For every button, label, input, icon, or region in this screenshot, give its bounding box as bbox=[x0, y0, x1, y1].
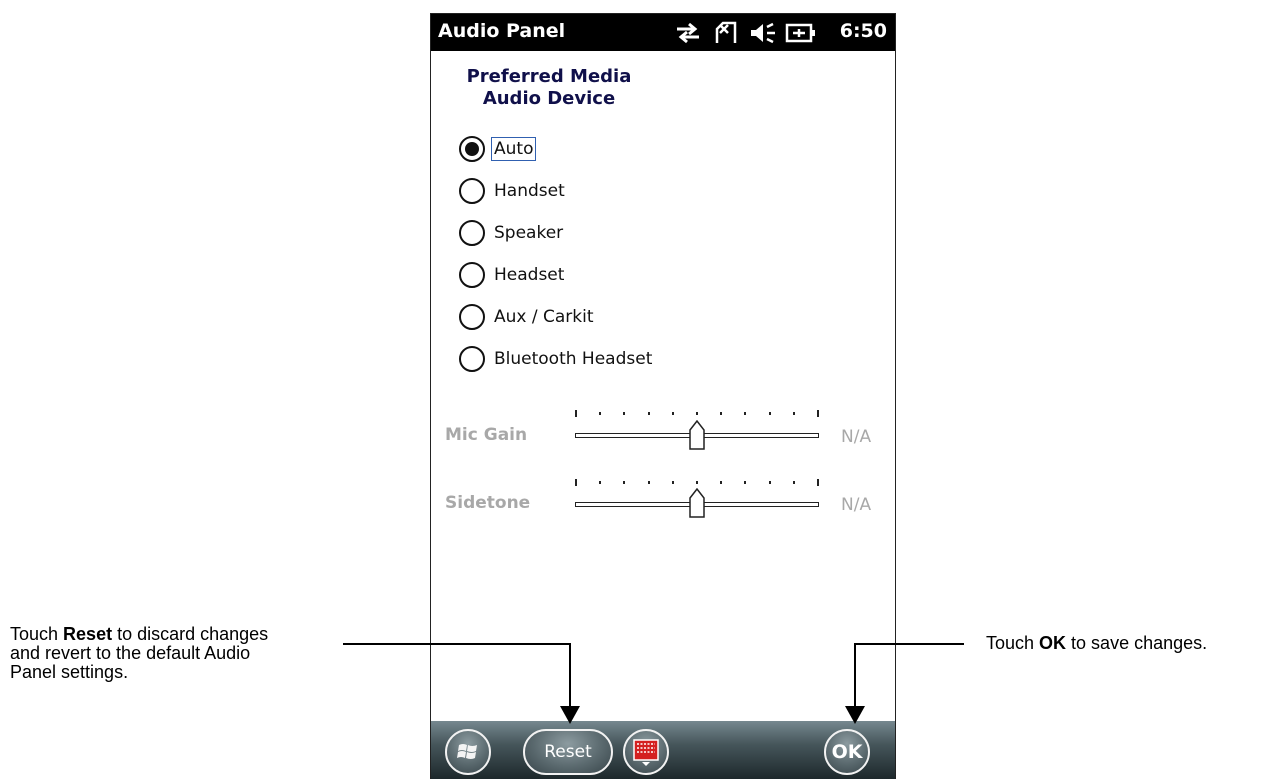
speaker-volume-icon[interactable] bbox=[749, 21, 781, 45]
reset-callout-line-2: and revert to the default Audio bbox=[10, 643, 251, 663]
radio-option-aux-carkit[interactable]: Aux / Carkit bbox=[459, 302, 596, 332]
battery-charging-icon[interactable] bbox=[785, 21, 817, 45]
radio-label: Bluetooth Headset bbox=[494, 349, 653, 369]
radio-button[interactable] bbox=[459, 346, 485, 372]
sidetone-thumb[interactable] bbox=[689, 488, 705, 518]
title-bar: Audio Panel 6:50 bbox=[431, 14, 895, 51]
radio-option-handset[interactable]: Handset bbox=[459, 176, 567, 206]
heading-line-2: Audio Device bbox=[482, 88, 616, 109]
radio-label: Headset bbox=[494, 265, 565, 285]
slider-tick bbox=[599, 412, 601, 415]
reset-callout-line-3: Panel settings. bbox=[10, 662, 129, 682]
reset-callout-line-1: Touch Reset to discard changes bbox=[10, 624, 269, 644]
slider-tick bbox=[623, 481, 625, 484]
sidetone-label: Sidetone bbox=[445, 493, 531, 513]
device-screen: Audio Panel 6:50 Preferred Media Audio D… bbox=[430, 13, 896, 779]
mic-gain-ticks bbox=[575, 410, 819, 420]
radio-option-speaker[interactable]: Speaker bbox=[459, 218, 565, 248]
section-heading: Preferred Media Audio Device bbox=[431, 66, 667, 110]
slider-tick bbox=[720, 481, 722, 484]
slider-tick bbox=[648, 412, 650, 415]
slider-tick bbox=[793, 481, 795, 484]
radio-option-bluetooth-headset[interactable]: Bluetooth Headset bbox=[459, 344, 654, 374]
slider-tick bbox=[575, 410, 577, 417]
ok-arrow-icon bbox=[845, 706, 865, 724]
ok-label: OK bbox=[831, 741, 863, 763]
reset-button[interactable]: Reset bbox=[523, 729, 613, 775]
reset-leader-line-vertical bbox=[569, 643, 571, 709]
slider-tick bbox=[648, 481, 650, 484]
sync-arrows-icon[interactable] bbox=[673, 21, 703, 45]
radio-button[interactable] bbox=[459, 220, 485, 246]
radio-option-auto[interactable]: Auto bbox=[459, 134, 537, 164]
mic-gain-thumb[interactable] bbox=[689, 420, 705, 450]
slider-tick bbox=[696, 481, 698, 484]
mic-gain-label: Mic Gain bbox=[445, 425, 528, 445]
ok-callout-bold: OK bbox=[1039, 633, 1067, 653]
reset-leader-line bbox=[343, 643, 571, 645]
slider-tick bbox=[672, 412, 674, 415]
slider-tick bbox=[817, 410, 819, 417]
ok-leader-line bbox=[854, 643, 964, 645]
menu-bar: Reset OK bbox=[431, 721, 895, 779]
radio-label: Aux / Carkit bbox=[494, 307, 594, 327]
slider-tick bbox=[720, 412, 722, 415]
sidetone-value: N/A bbox=[841, 495, 872, 515]
slider-tick bbox=[769, 481, 771, 484]
ok-leader-line-vertical bbox=[854, 643, 856, 709]
radio-button-checked[interactable] bbox=[459, 136, 485, 162]
radio-button[interactable] bbox=[459, 178, 485, 204]
app-title: Audio Panel bbox=[438, 20, 566, 42]
reset-callout: Touch Reset to discard changes and rever… bbox=[10, 625, 340, 682]
windows-start-icon bbox=[457, 744, 477, 759]
slider-tick bbox=[769, 412, 771, 415]
slider-tick bbox=[817, 479, 819, 486]
reset-arrow-icon bbox=[560, 706, 580, 724]
radio-option-headset[interactable]: Headset bbox=[459, 260, 566, 290]
ok-callout: Touch OK to save changes. bbox=[986, 633, 1208, 653]
slider-tick bbox=[696, 412, 698, 415]
slider-tick bbox=[744, 481, 746, 484]
slider-tick bbox=[744, 412, 746, 415]
keyboard-icon bbox=[633, 739, 659, 766]
clock: 6:50 bbox=[839, 20, 887, 42]
radio-button[interactable] bbox=[459, 304, 485, 330]
ok-button[interactable]: OK bbox=[824, 729, 870, 775]
keyboard-button[interactable] bbox=[623, 729, 669, 775]
radio-label: Handset bbox=[494, 181, 565, 201]
radio-label: Speaker bbox=[494, 223, 564, 243]
radio-button[interactable] bbox=[459, 262, 485, 288]
slider-tick bbox=[575, 479, 577, 486]
no-sim-icon[interactable] bbox=[711, 21, 741, 45]
mic-gain-value: N/A bbox=[841, 427, 872, 447]
heading-line-1: Preferred Media bbox=[466, 66, 632, 87]
slider-tick bbox=[623, 412, 625, 415]
reset-callout-bold: Reset bbox=[63, 624, 113, 644]
slider-tick bbox=[672, 481, 674, 484]
slider-tick bbox=[599, 481, 601, 484]
slider-tick bbox=[793, 412, 795, 415]
start-button[interactable] bbox=[445, 729, 491, 775]
radio-label: Auto bbox=[490, 137, 537, 161]
